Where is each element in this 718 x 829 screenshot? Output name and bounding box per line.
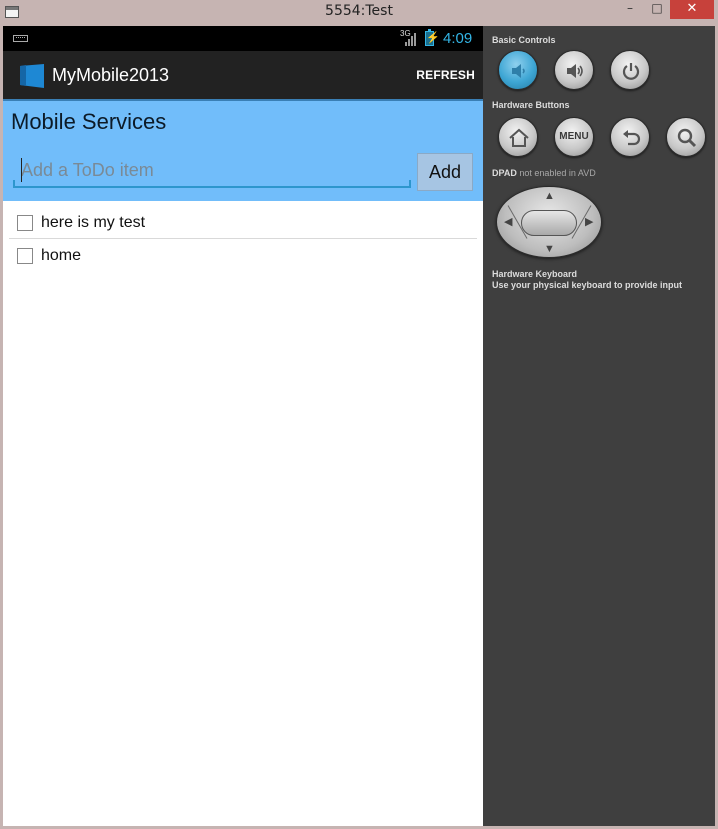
page-title: Mobile Services [11,109,167,134]
emulator-controls-panel: Basic Controls Hardware Buttons MENU DPA… [483,26,715,826]
status-bar: 3G ⚡ 4:09 [3,26,483,51]
search-button[interactable] [666,117,706,157]
dpad-up-icon[interactable]: ▲ [544,191,555,202]
keyboard-icon [13,35,28,42]
back-icon [623,130,641,146]
volume-up-button[interactable] [554,50,594,90]
dpad-left-icon[interactable]: ◀ [504,217,512,228]
signal-icon [403,31,417,46]
hardware-buttons-heading: Hardware Buttons [492,100,570,110]
dpad-heading: DPAD not enabled in AVD [492,168,596,178]
dpad-down-icon[interactable]: ▼ [544,244,555,255]
app-title: MyMobile2013 [52,65,170,85]
device-screen: 3G ⚡ 4:09 MyMobile2013 REFRESH Mobile Se… [3,26,483,826]
todo-input-container [13,156,411,188]
todo-input[interactable] [13,156,411,184]
app-logo-icon [20,64,44,88]
dpad-heading-label: DPAD [492,168,517,178]
home-button[interactable] [498,117,538,157]
todo-list: here is my test home [3,206,483,272]
todo-checkbox[interactable] [17,215,33,231]
volume-down-icon [512,64,525,78]
dpad-center-button[interactable] [521,210,577,236]
back-button[interactable] [610,117,650,157]
window-minimize-button[interactable]: – [616,0,644,19]
dpad-control[interactable]: ▲ ▼ ◀ ▶ [496,186,602,258]
home-icon [509,128,529,147]
todo-label: home [41,247,82,264]
charging-icon: ⚡ [426,32,440,44]
volume-down-button[interactable] [498,50,538,90]
menu-button-label: MENU [559,131,589,142]
hardware-keyboard-note: Use your physical keyboard to provide in… [492,280,683,290]
menu-button[interactable]: MENU [554,117,594,157]
todo-label: here is my test [41,214,146,231]
window-titlebar[interactable]: 5554:Test – □ ✕ [0,0,718,26]
dpad-note: not enabled in AVD [519,168,596,178]
power-icon [622,63,640,80]
list-item[interactable]: here is my test [9,206,477,239]
hardware-keyboard-heading: Hardware Keyboard [492,269,578,279]
todo-checkbox[interactable] [17,248,33,264]
refresh-button[interactable]: REFRESH [416,68,475,82]
add-button[interactable]: Add [417,153,473,191]
search-icon [677,128,697,148]
power-button[interactable] [610,50,650,90]
window-close-button[interactable]: ✕ [670,0,714,19]
list-item[interactable]: home [9,239,477,272]
status-time: 4:09 [443,30,473,47]
window-title: 5554:Test [325,3,393,19]
header-panel: Mobile Services Add [3,101,483,201]
action-bar: MyMobile2013 REFRESH [3,51,483,99]
basic-controls-heading: Basic Controls [492,35,556,45]
dpad-right-icon[interactable]: ▶ [585,217,593,228]
window-maximize-button[interactable]: □ [644,0,670,19]
text-caret [21,158,22,182]
volume-up-icon [567,64,583,78]
